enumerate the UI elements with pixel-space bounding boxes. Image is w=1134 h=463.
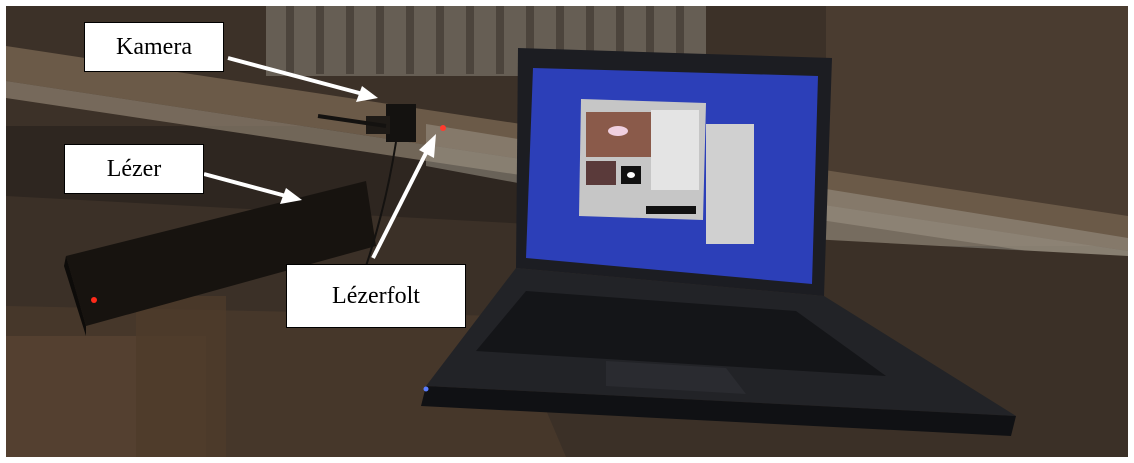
label-lezerfolt: Lézerfolt (286, 264, 466, 328)
laser-spot-dot (440, 125, 446, 131)
figure-frame: Kamera Lézer Lézerfolt (0, 0, 1134, 463)
wood-post (136, 296, 226, 457)
label-lezer: Lézer (64, 144, 204, 194)
lab-photo: Kamera Lézer Lézerfolt (6, 6, 1128, 457)
label-kamera: Kamera (84, 22, 224, 72)
side-window (706, 124, 754, 244)
photo-scene (6, 6, 1128, 457)
